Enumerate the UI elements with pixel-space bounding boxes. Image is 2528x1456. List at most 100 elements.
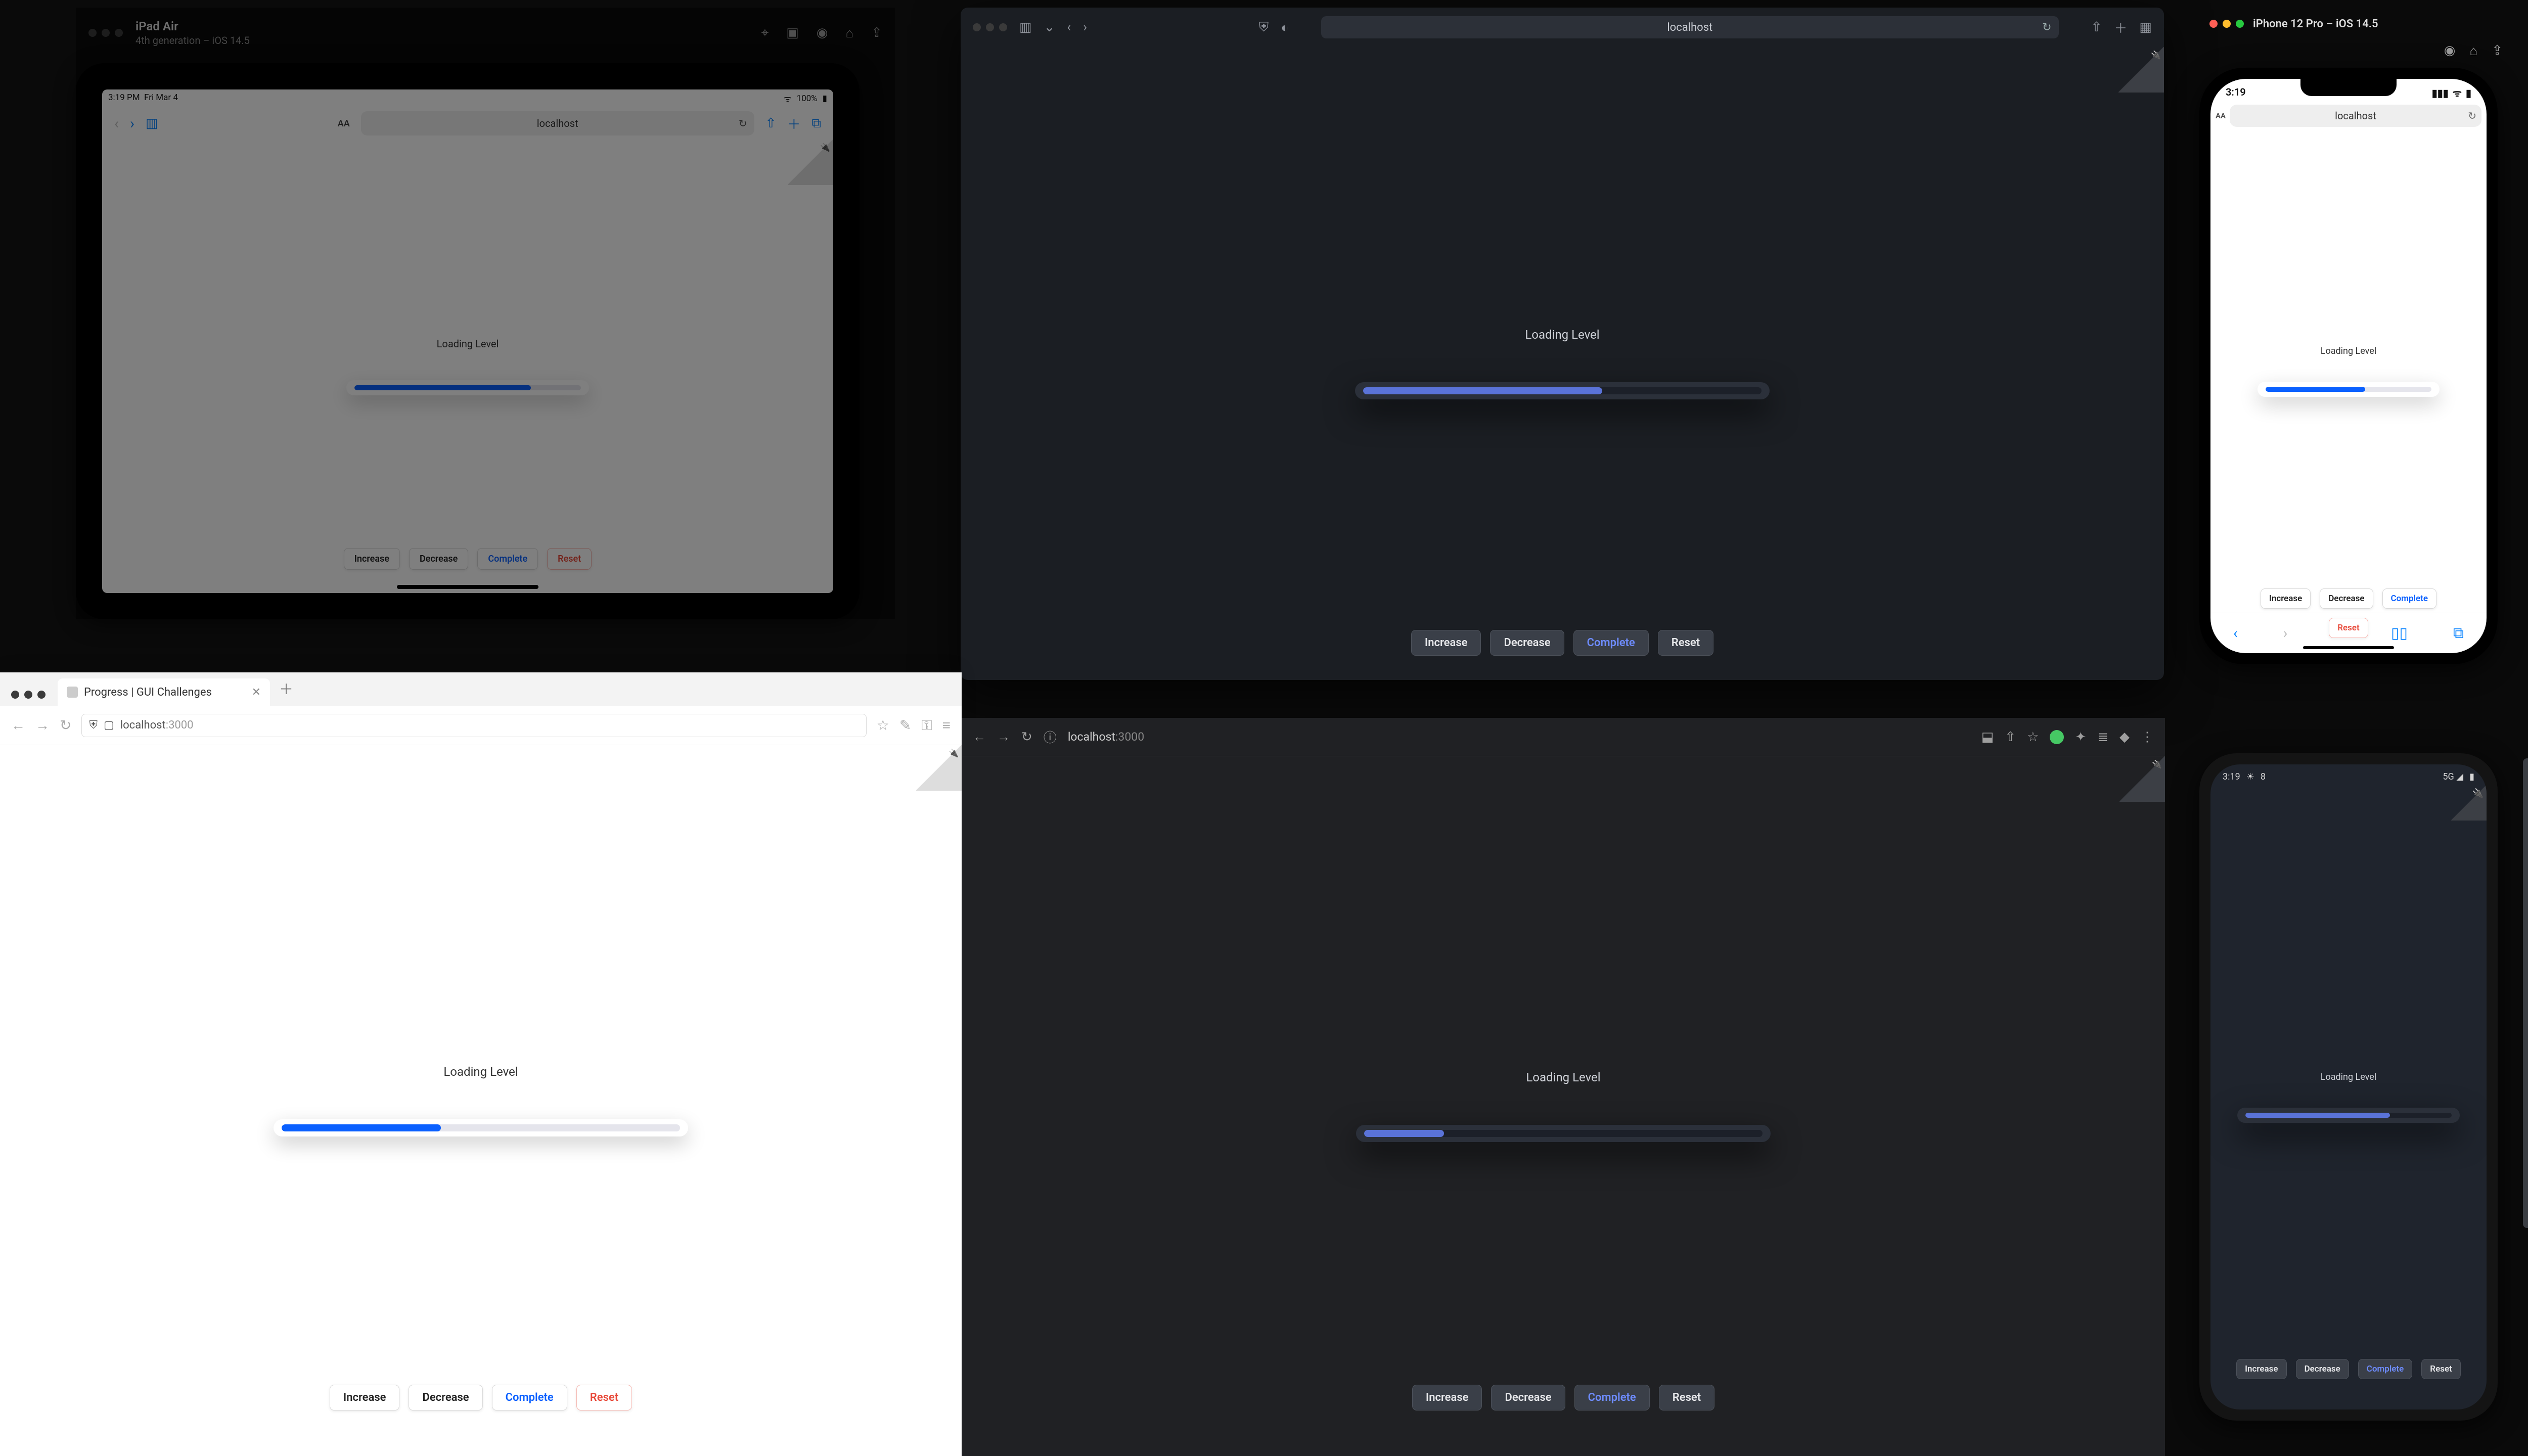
new-tab-button[interactable]: ＋	[279, 678, 293, 699]
back-icon[interactable]: ‹	[2233, 624, 2238, 642]
screenshot-icon[interactable]: ▣	[786, 25, 799, 41]
tabs-icon[interactable]: ⧉	[811, 116, 821, 131]
menu-icon[interactable]: ⋮	[2141, 730, 2154, 745]
share-icon[interactable]: ⇧	[2005, 730, 2016, 745]
increase-button[interactable]: Increase	[2261, 588, 2311, 609]
pointer-icon[interactable]: ⌖	[761, 25, 769, 41]
info-icon[interactable]: ⓘ	[1044, 727, 1057, 746]
reset-button[interactable]: Reset	[2329, 618, 2368, 638]
address-bar[interactable]: localhost ↻	[361, 111, 754, 135]
zoom-dot[interactable]	[37, 691, 46, 699]
browser-tab[interactable]: Progress | GUI Challenges ✕	[58, 678, 270, 706]
back-icon[interactable]: ←	[973, 729, 986, 745]
reader-aa-icon[interactable]: AA	[2216, 111, 2226, 120]
back-icon[interactable]: ←	[11, 717, 25, 734]
forward-icon[interactable]: ›	[1083, 20, 1087, 35]
install-icon[interactable]: ⬓	[1981, 730, 1994, 745]
visbug-flap[interactable]: 🔌	[2451, 785, 2487, 821]
address-bar[interactable]: ⛨ ▢ localhost:3000	[81, 714, 866, 737]
reading-list-icon[interactable]: ≣	[2097, 730, 2108, 745]
reload-icon[interactable]: ↻	[2468, 110, 2476, 122]
close-dot[interactable]	[2209, 20, 2218, 28]
minimize-dot[interactable]	[24, 691, 32, 699]
reader-aa-icon[interactable]: AA	[338, 118, 350, 129]
reset-button[interactable]: Reset	[576, 1385, 632, 1410]
visbug-flap[interactable]: 🔌	[2119, 756, 2165, 802]
shield-icon[interactable]: ⛨	[1259, 20, 1269, 35]
extension-badge[interactable]	[2050, 730, 2064, 744]
complete-button[interactable]: Complete	[492, 1385, 567, 1410]
minimize-dot[interactable]	[986, 23, 994, 31]
zoom-dot[interactable]	[999, 23, 1007, 31]
share-icon[interactable]: ⇧	[765, 116, 777, 131]
bookmark-star-icon[interactable]: ☆	[2027, 730, 2039, 745]
reload-icon[interactable]: ↻	[60, 717, 71, 734]
share-icon[interactable]: ⇪	[871, 25, 882, 41]
increase-button[interactable]: Increase	[1412, 1385, 1482, 1410]
back-icon[interactable]: ‹	[114, 115, 119, 132]
minimize-dot[interactable]	[102, 29, 110, 37]
decrease-button[interactable]: Decrease	[1490, 630, 1564, 656]
profile-icon[interactable]: ◆	[2119, 730, 2130, 745]
decrease-button[interactable]: Decrease	[409, 1385, 482, 1410]
increase-button[interactable]: Increase	[2236, 1359, 2286, 1379]
menu-icon[interactable]: ≡	[942, 717, 951, 734]
sidebar-icon[interactable]: ▥	[1019, 20, 1032, 35]
share-icon[interactable]: ⇪	[2492, 43, 2503, 59]
progress-track	[1363, 387, 1762, 394]
decrease-button[interactable]: Decrease	[2296, 1359, 2349, 1379]
reset-button[interactable]: Reset	[1658, 630, 1713, 656]
address-bar[interactable]: localhost:3000	[1068, 730, 1144, 744]
bookmark-star-icon[interactable]: ☆	[877, 717, 889, 734]
screenshot-icon[interactable]: ◉	[2444, 43, 2456, 59]
key-icon[interactable]: ⚿	[921, 717, 932, 734]
address-bar[interactable]: localhost ↻	[1321, 16, 2059, 38]
decrease-button[interactable]: Decrease	[409, 548, 468, 570]
tabs-icon[interactable]: ▦	[2139, 20, 2152, 35]
home-icon[interactable]: ⌂	[845, 25, 853, 41]
increase-button[interactable]: Increase	[330, 1385, 400, 1410]
increase-button[interactable]: Increase	[344, 548, 400, 570]
close-tab-icon[interactable]: ✕	[252, 686, 261, 699]
complete-button[interactable]: Complete	[2358, 1359, 2413, 1379]
share-icon[interactable]: ⇧	[2091, 20, 2102, 35]
visbug-flap[interactable]: 🔌	[2118, 47, 2164, 93]
new-tab-icon[interactable]: ＋	[787, 114, 800, 133]
complete-button[interactable]: Complete	[2382, 588, 2437, 609]
extensions-icon[interactable]: ✦	[2075, 730, 2086, 745]
reload-icon[interactable]: ↻	[2042, 21, 2051, 34]
decrease-button[interactable]: Decrease	[2320, 588, 2373, 609]
close-dot[interactable]	[11, 691, 19, 699]
visbug-flap[interactable]: 🔌	[788, 140, 833, 185]
close-dot[interactable]	[973, 23, 981, 31]
zoom-dot[interactable]	[2236, 20, 2244, 28]
eyedropper-icon[interactable]: ✎	[899, 717, 911, 734]
reload-icon[interactable]: ↻	[739, 117, 747, 129]
tabs-icon[interactable]: ⧉	[2453, 624, 2464, 642]
home-indicator	[397, 585, 538, 589]
reload-icon[interactable]: ↻	[1021, 730, 1032, 745]
theme-icon[interactable]: ◐	[1281, 20, 1289, 35]
close-dot[interactable]	[88, 29, 97, 37]
reset-button[interactable]: Reset	[547, 548, 592, 570]
home-icon[interactable]: ⌂	[2469, 43, 2477, 59]
forward-icon[interactable]: ›	[130, 115, 134, 132]
sidebar-icon[interactable]: ▥	[146, 116, 158, 131]
minimize-dot[interactable]	[2223, 20, 2231, 28]
decrease-button[interactable]: Decrease	[1491, 1385, 1565, 1410]
complete-button[interactable]: Complete	[1574, 1385, 1650, 1410]
complete-button[interactable]: Complete	[477, 548, 538, 570]
increase-button[interactable]: Increase	[1411, 630, 1481, 656]
new-tab-icon[interactable]: ＋	[2114, 18, 2127, 37]
back-icon[interactable]: ‹	[1067, 20, 1071, 35]
record-icon[interactable]: ◉	[817, 25, 828, 41]
address-bar[interactable]: localhost ↻	[2230, 105, 2481, 127]
forward-icon[interactable]: →	[997, 729, 1010, 745]
visbug-flap[interactable]: 🔌	[916, 745, 962, 791]
chevron-down-icon[interactable]: ⌄	[1044, 20, 1055, 35]
zoom-dot[interactable]	[115, 29, 123, 37]
reset-button[interactable]: Reset	[2421, 1359, 2461, 1379]
reset-button[interactable]: Reset	[1659, 1385, 1714, 1410]
forward-icon[interactable]: →	[35, 717, 50, 734]
complete-button[interactable]: Complete	[1573, 630, 1649, 656]
